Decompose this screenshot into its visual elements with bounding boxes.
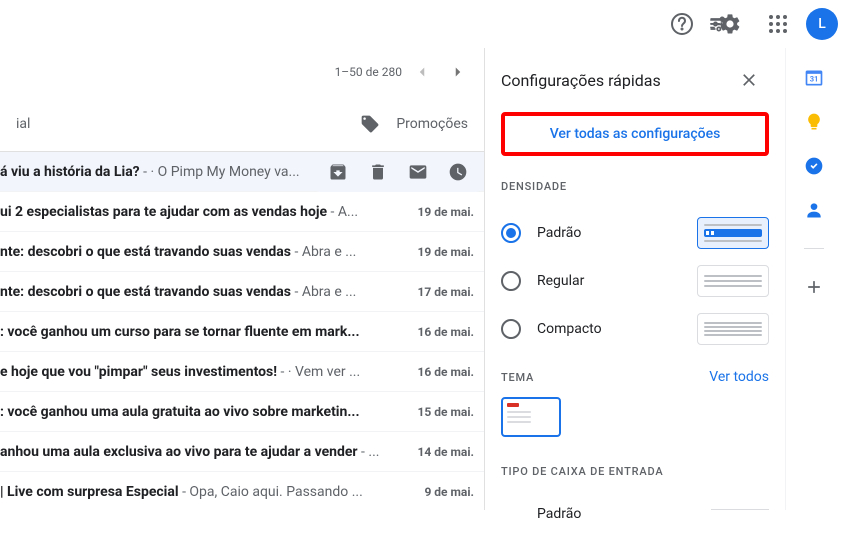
inbox-type-label: TIPO DE CAIXA DE ENTRADA bbox=[501, 465, 769, 478]
keep-icon[interactable] bbox=[804, 112, 824, 132]
quick-settings-panel: Configurações rápidas Ver todas as confi… bbox=[485, 48, 785, 510]
contacts-icon[interactable] bbox=[804, 200, 824, 220]
gear-icon[interactable] bbox=[710, 4, 750, 44]
email-row[interactable]: nte: descobri o que está travando suas v… bbox=[0, 232, 484, 272]
mark-read-icon[interactable] bbox=[398, 152, 438, 192]
prev-page-icon[interactable] bbox=[406, 56, 438, 88]
panel-title: Configurações rápidas bbox=[501, 71, 661, 90]
theme-section-label: TEMA bbox=[501, 371, 534, 384]
density-preview-compact bbox=[697, 313, 769, 345]
radio-icon[interactable] bbox=[501, 223, 521, 243]
email-row[interactable]: ui 2 especialistas para te ajudar com as… bbox=[0, 192, 484, 232]
see-all-settings-button[interactable]: Ver todas as configurações bbox=[505, 116, 765, 152]
density-option-compact[interactable]: Compacto bbox=[501, 305, 769, 353]
email-row[interactable]: | Live com surpresa Especial - Opa, Caio… bbox=[0, 472, 484, 510]
apps-icon[interactable] bbox=[758, 4, 798, 44]
add-icon[interactable] bbox=[804, 277, 824, 297]
tab-promotions-label: Promoções bbox=[396, 116, 468, 132]
email-row[interactable]: nte: descobri o que está travando suas v… bbox=[0, 272, 484, 312]
tasks-icon[interactable] bbox=[804, 156, 824, 176]
pagination-bar: 1–50 de 280 bbox=[0, 48, 484, 96]
side-panel: 31 bbox=[785, 48, 841, 510]
top-right-actions: L bbox=[662, 0, 838, 48]
page-count: 1–50 de 280 bbox=[335, 65, 402, 79]
tab-partial[interactable]: ial bbox=[16, 116, 30, 132]
row-actions bbox=[318, 152, 478, 192]
calendar-icon[interactable]: 31 bbox=[804, 68, 824, 88]
density-option-comfortable[interactable]: Regular bbox=[501, 257, 769, 305]
radio-icon[interactable] bbox=[501, 271, 521, 291]
top-bar: L bbox=[0, 0, 846, 48]
see-all-settings-highlight: Ver todas as configurações bbox=[501, 112, 769, 156]
svg-text:31: 31 bbox=[809, 74, 818, 83]
category-tabs: ial Promoções bbox=[0, 96, 484, 152]
email-column: 1–50 de 280 ial Promoções á viu a histór… bbox=[0, 48, 485, 510]
main-area: 1–50 de 280 ial Promoções á viu a histór… bbox=[0, 48, 846, 510]
panel-header: Configurações rápidas bbox=[501, 48, 769, 112]
avatar[interactable]: L bbox=[806, 8, 838, 40]
inbox-type-section: TIPO DE CAIXA DE ENTRADA Padrão bbox=[501, 465, 769, 534]
email-row[interactable]: á viu a história da Lia? - · O Pimp My M… bbox=[0, 152, 484, 192]
see-all-themes-link[interactable]: Ver todos bbox=[709, 369, 769, 385]
email-row[interactable]: : você ganhou um curso para se tornar fl… bbox=[0, 312, 484, 352]
delete-icon[interactable] bbox=[358, 152, 398, 192]
density-preview-comfortable bbox=[697, 265, 769, 297]
radio-icon[interactable] bbox=[501, 319, 521, 339]
density-section-label: DENSIDADE bbox=[501, 180, 769, 193]
email-row[interactable]: e hoje que vou "pimpar" seus investiment… bbox=[0, 352, 484, 392]
rail-divider bbox=[804, 248, 824, 249]
email-row[interactable]: : você ganhou uma aula gratuita ao vivo … bbox=[0, 392, 484, 432]
email-list: á viu a história da Lia? - · O Pimp My M… bbox=[0, 152, 484, 510]
email-row[interactable]: anhou uma aula exclusiva ao vivo para te… bbox=[0, 432, 484, 472]
archive-icon[interactable] bbox=[318, 152, 358, 192]
tab-promotions[interactable]: Promoções bbox=[360, 114, 468, 134]
tag-icon bbox=[360, 114, 380, 134]
inbox-type-default[interactable]: Padrão bbox=[501, 494, 769, 534]
theme-section-header: TEMA Ver todos bbox=[501, 369, 769, 385]
help-icon[interactable] bbox=[662, 4, 702, 44]
inbox-preview bbox=[711, 509, 769, 519]
theme-thumbnail[interactable] bbox=[501, 397, 561, 437]
snooze-icon[interactable] bbox=[438, 152, 478, 192]
density-preview-default bbox=[697, 217, 769, 249]
next-page-icon[interactable] bbox=[442, 56, 474, 88]
density-option-default[interactable]: Padrão bbox=[501, 209, 769, 257]
close-icon[interactable] bbox=[729, 60, 769, 100]
